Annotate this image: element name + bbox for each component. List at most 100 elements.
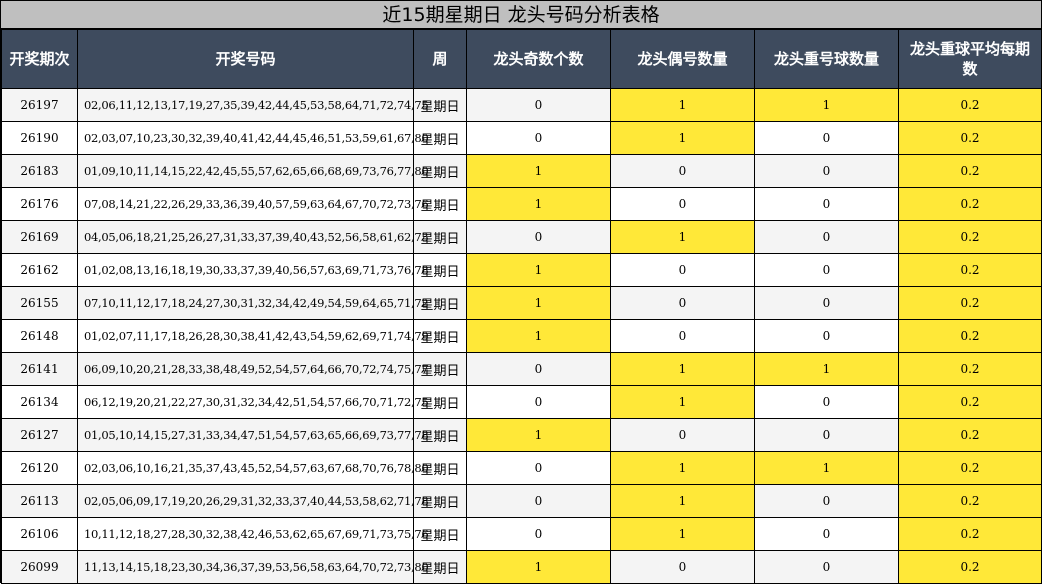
repeat-count-cell: 0 bbox=[754, 418, 899, 452]
numbers-cell: 06,12,19,20,21,22,27,30,31,32,34,42,51,5… bbox=[77, 385, 429, 419]
period-cell: 26190 bbox=[1, 121, 78, 155]
repeat-count-cell: 0 bbox=[754, 484, 899, 518]
numbers-cell: 01,02,07,11,17,18,26,28,30,38,41,42,43,5… bbox=[77, 319, 429, 353]
table-row: 26113 02,05,06,09,17,19,20,26,29,31,32,33… bbox=[1, 484, 1042, 518]
table-title: 近15期星期日 龙头号码分析表格 bbox=[1, 1, 1041, 29]
even-count-cell: 1 bbox=[610, 88, 755, 122]
period-cell: 26127 bbox=[1, 418, 78, 452]
period-cell: 26134 bbox=[1, 385, 78, 419]
even-count-cell: 1 bbox=[610, 385, 755, 419]
period-cell: 26141 bbox=[1, 352, 78, 386]
repeat-average-cell: 0.2 bbox=[898, 187, 1042, 221]
header-repeat-average: 龙头重球平均每期数 bbox=[898, 29, 1042, 89]
odd-count-cell: 1 bbox=[466, 286, 611, 320]
odd-count-cell: 0 bbox=[466, 385, 611, 419]
repeat-average-cell: 0.2 bbox=[898, 385, 1042, 419]
repeat-count-cell: 0 bbox=[754, 286, 899, 320]
week-cell: 星期日 bbox=[413, 253, 467, 287]
numbers-cell: 01,02,08,13,16,18,19,30,33,37,39,40,56,5… bbox=[77, 253, 429, 287]
odd-count-cell: 0 bbox=[466, 517, 611, 551]
even-count-cell: 1 bbox=[610, 220, 755, 254]
numbers-cell: 02,03,06,10,16,21,35,37,43,45,52,54,57,6… bbox=[77, 451, 429, 485]
repeat-count-cell: 0 bbox=[754, 253, 899, 287]
odd-count-cell: 1 bbox=[466, 550, 611, 584]
week-cell: 星期日 bbox=[413, 220, 467, 254]
repeat-count-cell: 0 bbox=[754, 121, 899, 155]
even-count-cell: 1 bbox=[610, 517, 755, 551]
table-row: 26148 01,02,07,11,17,18,26,28,30,38,41,42… bbox=[1, 319, 1042, 353]
odd-count-cell: 1 bbox=[466, 418, 611, 452]
table-row: 26162 01,02,08,13,16,18,19,30,33,37,39,40… bbox=[1, 253, 1042, 287]
period-cell: 26113 bbox=[1, 484, 78, 518]
repeat-average-cell: 0.2 bbox=[898, 286, 1042, 320]
table-row: 26197 02,06,11,12,13,17,19,27,35,39,42,44… bbox=[1, 88, 1042, 122]
even-count-cell: 0 bbox=[610, 154, 755, 188]
repeat-count-cell: 0 bbox=[754, 517, 899, 551]
repeat-count-cell: 0 bbox=[754, 220, 899, 254]
even-count-cell: 1 bbox=[610, 121, 755, 155]
odd-count-cell: 0 bbox=[466, 121, 611, 155]
table-row: 26141 06,09,10,20,21,28,33,38,48,49,52,54… bbox=[1, 352, 1042, 386]
even-count-cell: 0 bbox=[610, 550, 755, 584]
repeat-average-cell: 0.2 bbox=[898, 154, 1042, 188]
repeat-average-cell: 0.2 bbox=[898, 418, 1042, 452]
odd-count-cell: 1 bbox=[466, 319, 611, 353]
table-row: 26134 06,12,19,20,21,22,27,30,31,32,34,42… bbox=[1, 385, 1042, 419]
numbers-cell: 06,09,10,20,21,28,33,38,48,49,52,54,57,6… bbox=[77, 352, 429, 386]
week-cell: 星期日 bbox=[413, 418, 467, 452]
numbers-cell: 02,05,06,09,17,19,20,26,29,31,32,33,37,4… bbox=[77, 484, 429, 518]
odd-count-cell: 0 bbox=[466, 451, 611, 485]
table-row: 26169 04,05,06,18,21,25,26,27,31,33,37,39… bbox=[1, 220, 1042, 254]
week-cell: 星期日 bbox=[413, 550, 467, 584]
period-cell: 26169 bbox=[1, 220, 78, 254]
week-cell: 星期日 bbox=[413, 286, 467, 320]
numbers-cell: 01,09,10,11,14,15,22,42,45,55,57,62,65,6… bbox=[77, 154, 429, 188]
week-cell: 星期日 bbox=[413, 319, 467, 353]
repeat-average-cell: 0.2 bbox=[898, 517, 1042, 551]
numbers-cell: 04,05,06,18,21,25,26,27,31,33,37,39,40,4… bbox=[77, 220, 429, 254]
numbers-cell: 02,06,11,12,13,17,19,27,35,39,42,44,45,5… bbox=[77, 88, 429, 122]
header-even-count: 龙头偶号数量 bbox=[610, 29, 755, 89]
numbers-cell: 07,10,11,12,17,18,24,27,30,31,32,34,42,4… bbox=[77, 286, 429, 320]
repeat-average-cell: 0.2 bbox=[898, 484, 1042, 518]
repeat-count-cell: 0 bbox=[754, 187, 899, 221]
repeat-average-cell: 0.2 bbox=[898, 352, 1042, 386]
even-count-cell: 1 bbox=[610, 484, 755, 518]
repeat-count-cell: 0 bbox=[754, 154, 899, 188]
table-row: 26106 10,11,12,18,27,28,30,32,38,42,46,53… bbox=[1, 517, 1042, 551]
odd-count-cell: 1 bbox=[466, 187, 611, 221]
analysis-table-container: 近15期星期日 龙头号码分析表格 开奖期次 开奖号码 周 龙头奇数个数 龙头偶号… bbox=[0, 0, 1042, 584]
week-cell: 星期日 bbox=[413, 484, 467, 518]
header-week: 周 bbox=[413, 29, 467, 89]
week-cell: 星期日 bbox=[413, 187, 467, 221]
repeat-average-cell: 0.2 bbox=[898, 253, 1042, 287]
week-cell: 星期日 bbox=[413, 517, 467, 551]
even-count-cell: 0 bbox=[610, 418, 755, 452]
week-cell: 星期日 bbox=[413, 385, 467, 419]
week-cell: 星期日 bbox=[413, 352, 467, 386]
even-count-cell: 1 bbox=[610, 352, 755, 386]
even-count-cell: 0 bbox=[610, 286, 755, 320]
numbers-cell: 07,08,14,21,22,26,29,33,36,39,40,57,59,6… bbox=[77, 187, 429, 221]
odd-count-cell: 0 bbox=[466, 88, 611, 122]
period-cell: 26197 bbox=[1, 88, 78, 122]
even-count-cell: 0 bbox=[610, 187, 755, 221]
repeat-average-cell: 0.2 bbox=[898, 451, 1042, 485]
even-count-cell: 1 bbox=[610, 451, 755, 485]
period-cell: 26176 bbox=[1, 187, 78, 221]
repeat-average-cell: 0.2 bbox=[898, 319, 1042, 353]
numbers-cell: 01,05,10,14,15,27,31,33,34,47,51,54,57,6… bbox=[77, 418, 429, 452]
table-row: 26190 02,03,07,10,23,30,32,39,40,41,42,44… bbox=[1, 121, 1042, 155]
numbers-cell: 10,11,12,18,27,28,30,32,38,42,46,53,62,6… bbox=[77, 517, 429, 551]
period-cell: 26148 bbox=[1, 319, 78, 353]
repeat-count-cell: 0 bbox=[754, 550, 899, 584]
odd-count-cell: 0 bbox=[466, 352, 611, 386]
repeat-average-cell: 0.2 bbox=[898, 88, 1042, 122]
even-count-cell: 0 bbox=[610, 319, 755, 353]
numbers-cell: 11,13,14,15,18,23,30,34,36,37,39,53,56,5… bbox=[77, 550, 429, 584]
period-cell: 26162 bbox=[1, 253, 78, 287]
repeat-average-cell: 0.2 bbox=[898, 121, 1042, 155]
week-cell: 星期日 bbox=[413, 154, 467, 188]
table-body: 26197 02,06,11,12,13,17,19,27,35,39,42,44… bbox=[1, 88, 1042, 584]
repeat-count-cell: 1 bbox=[754, 352, 899, 386]
